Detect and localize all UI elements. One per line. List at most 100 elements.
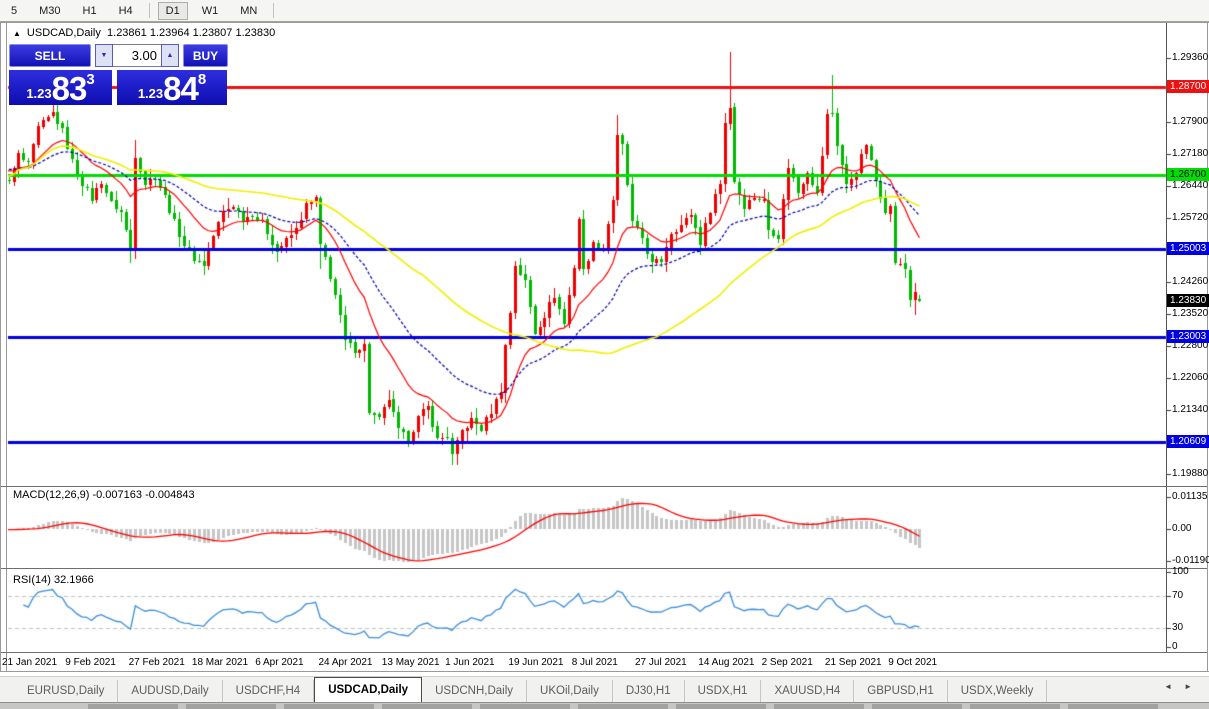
date-tick: 9 Oct 2021 — [888, 657, 937, 668]
price-label-blue-lower: 1.20609 — [1167, 435, 1209, 448]
date-separator — [1, 652, 1207, 653]
period-button-m30[interactable]: M30 — [31, 2, 68, 20]
rsi-axis-tick: 30 — [1172, 622, 1183, 633]
date-tick: 1 Jun 2021 — [445, 657, 495, 668]
taskbar-segment[interactable] — [480, 704, 570, 709]
chart-symbol-title: USDCAD,Daily — [27, 27, 101, 39]
symbol-tab-ukoil[interactable]: UKOil,Daily — [527, 680, 613, 702]
symbol-tab-usdchf[interactable]: USDCHF,H4 — [223, 680, 315, 702]
period-button-w1[interactable]: W1 — [194, 2, 227, 20]
price-label-current: 1.23830 — [1167, 294, 1209, 307]
price-label-resistance: 1.28700 — [1167, 80, 1209, 93]
taskbar-segment[interactable] — [970, 704, 1060, 709]
price-label-blue-upper: 1.25003 — [1167, 242, 1209, 255]
symbol-tab-audusd[interactable]: AUDUSD,Daily — [118, 680, 222, 702]
sell-button[interactable]: SELL — [9, 44, 91, 67]
bid-big-digits: 83 — [52, 74, 87, 104]
price-tick: 1.24260 — [1172, 276, 1208, 287]
period-button-5[interactable]: 5 — [3, 2, 25, 20]
taskbar-segment[interactable] — [186, 704, 276, 709]
rsi-axis-tick: 0 — [1172, 641, 1178, 652]
tab-scroll-arrows[interactable]: ◄► — [1164, 682, 1204, 691]
period-button-h4[interactable]: H4 — [111, 2, 141, 20]
ask-pip-digit: 8 — [198, 71, 206, 88]
taskbar-segment[interactable] — [382, 704, 472, 709]
taskbar-segment[interactable] — [1068, 704, 1158, 709]
symbol-tab-gbpusd[interactable]: GBPUSD,H1 — [854, 680, 947, 702]
macd-axis-tick: -0.01190 — [1172, 555, 1209, 566]
price-tick: 1.27900 — [1172, 116, 1208, 127]
tab-scroll-left-icon[interactable]: ◄ — [1164, 682, 1184, 691]
date-tick: 21 Sep 2021 — [825, 657, 882, 668]
ask-big-digits: 84 — [163, 74, 198, 104]
price-label-blue-middle: 1.23003 — [1167, 330, 1209, 343]
date-tick: 9 Feb 2021 — [65, 657, 116, 668]
taskbar-segment[interactable] — [676, 704, 766, 709]
bid-pip-digit: 3 — [86, 71, 94, 88]
buy-button[interactable]: BUY — [183, 44, 228, 67]
period-button-h1[interactable]: H1 — [75, 2, 105, 20]
symbol-tab-usdx[interactable]: USDX,H1 — [685, 680, 762, 702]
macd-axis-tick: 0.01135 — [1172, 491, 1207, 502]
date-tick: 27 Feb 2021 — [129, 657, 185, 668]
symbol-tab-usdcnh[interactable]: USDCNH,Daily — [422, 680, 527, 702]
window-border-left-inner — [6, 22, 7, 672]
toolbar-separator — [149, 3, 150, 18]
date-tick: 6 Apr 2021 — [255, 657, 303, 668]
macd-legend: MACD(12,26,9) -0.007163 -0.004843 — [13, 489, 195, 501]
period-button-d1[interactable]: D1 — [158, 2, 188, 20]
taskbar-segment[interactable] — [578, 704, 668, 709]
price-tick: 1.26440 — [1172, 180, 1208, 191]
window-border-top — [0, 22, 1209, 23]
chart-title: ▲ USDCAD,Daily 1.23861 1.23964 1.23807 1.… — [13, 27, 275, 39]
volume-decrease-icon[interactable]: ▼ — [95, 44, 113, 67]
taskbar-segment[interactable] — [872, 704, 962, 709]
symbol-tab-dj30[interactable]: DJ30,H1 — [613, 680, 685, 702]
period-button-mn[interactable]: MN — [232, 2, 265, 20]
chart-ohlc-values: 1.23861 1.23964 1.23807 1.23830 — [107, 27, 275, 39]
window-border-bottom — [0, 671, 1209, 672]
ask-price-box[interactable]: 1.23 84 8 — [117, 70, 227, 105]
window-border-left-outer — [0, 22, 1, 672]
macd-separator-top[interactable] — [1, 486, 1207, 487]
ask-prefix: 1.23 — [138, 86, 163, 101]
price-tick: 1.23520 — [1172, 308, 1208, 319]
date-tick: 24 Apr 2021 — [319, 657, 373, 668]
price-label-green-level: 1.26700 — [1167, 168, 1209, 181]
one-click-trade-panel: SELL ▼ ▲ BUY 1.23 83 3 1.23 84 8 — [9, 44, 228, 105]
rsi-axis-tick: 100 — [1172, 566, 1189, 577]
volume-input[interactable] — [113, 44, 161, 67]
price-tick: 1.19880 — [1172, 468, 1208, 479]
symbol-tab-eurusd[interactable]: EURUSD,Daily — [14, 680, 118, 702]
toolbar-separator — [273, 3, 274, 18]
date-tick: 19 Jun 2021 — [508, 657, 563, 668]
symbol-tab-usdcad[interactable]: USDCAD,Daily — [314, 677, 422, 702]
price-tick: 1.29360 — [1172, 52, 1208, 63]
date-tick: 18 Mar 2021 — [192, 657, 248, 668]
date-tick: 14 Aug 2021 — [698, 657, 754, 668]
date-tick: 13 May 2021 — [382, 657, 440, 668]
collapse-panel-icon[interactable]: ▲ — [13, 29, 21, 38]
rsi-legend: RSI(14) 32.1966 — [13, 574, 94, 586]
symbol-tab-xauusd[interactable]: XAUUSD,H4 — [761, 680, 854, 702]
date-tick: 8 Jul 2021 — [572, 657, 618, 668]
symbol-tab-bar: EURUSD,DailyAUDUSD,DailyUSDCHF,H4USDCAD,… — [0, 676, 1209, 702]
rsi-separator-top[interactable] — [1, 568, 1207, 569]
rsi-axis-tick: 70 — [1172, 590, 1183, 601]
symbol-tab-usdx[interactable]: USDX,Weekly — [948, 680, 1048, 702]
bid-price-box[interactable]: 1.23 83 3 — [9, 70, 112, 105]
taskbar-segment[interactable] — [284, 704, 374, 709]
period-toolbar: 5 M30 H1 H4 D1 W1 MN — [0, 0, 1209, 22]
price-tick: 1.25720 — [1172, 212, 1208, 223]
date-tick: 27 Jul 2021 — [635, 657, 687, 668]
date-tick: 2 Sep 2021 — [762, 657, 813, 668]
bid-prefix: 1.23 — [26, 86, 51, 101]
volume-increase-icon[interactable]: ▲ — [161, 44, 179, 67]
price-tick: 1.21340 — [1172, 404, 1208, 415]
date-tick: 21 Jan 2021 — [2, 657, 57, 668]
price-tick: 1.22060 — [1172, 372, 1208, 383]
taskbar-segment[interactable] — [774, 704, 864, 709]
macd-axis-tick: 0.00 — [1172, 523, 1191, 534]
tab-scroll-right-icon[interactable]: ► — [1184, 682, 1204, 691]
taskbar-segment[interactable] — [88, 704, 178, 709]
